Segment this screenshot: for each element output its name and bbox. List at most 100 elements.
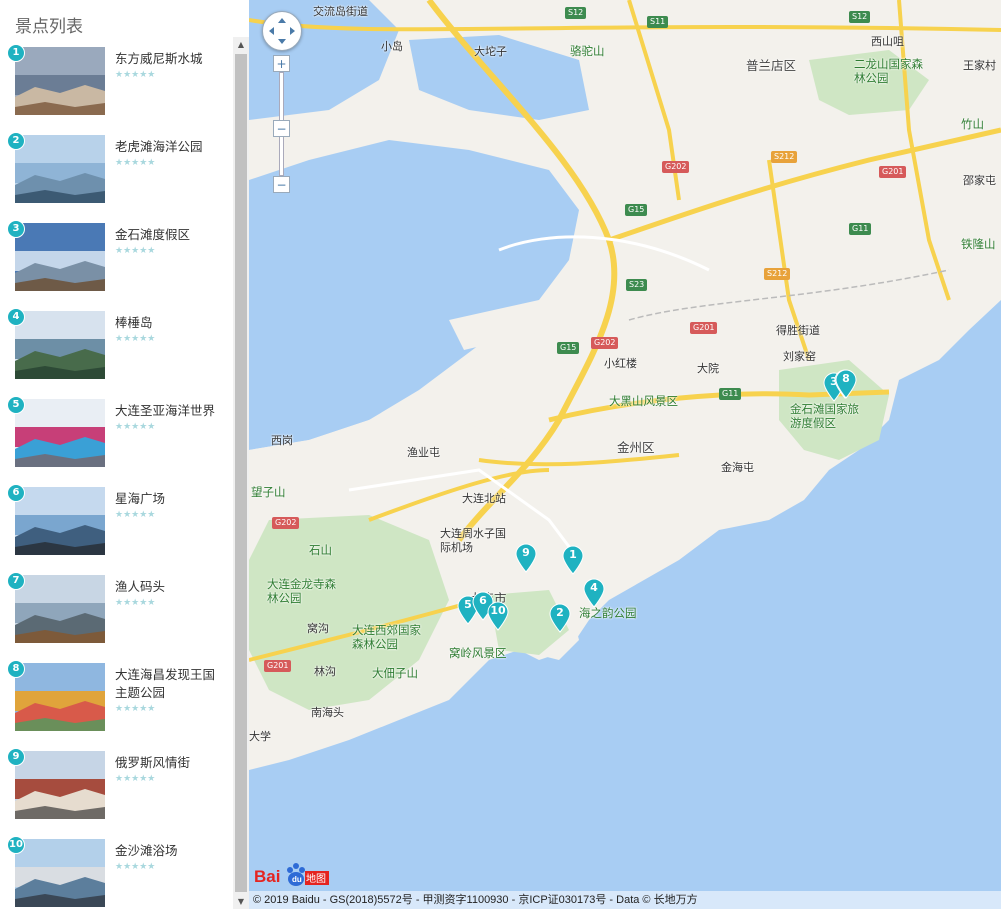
label-lingou: 林沟 [314,666,336,678]
svg-text:地图: 地图 [306,872,326,885]
label-zhoushuizi: 大连周水子国际机场 [440,528,506,554]
road-shield: G11 [849,223,872,235]
rating-stars: ★★★★★ [115,704,156,714]
map-pin-1[interactable]: 1 [562,545,584,575]
attraction-number-badge: 7 [7,572,25,590]
attraction-number-badge: 2 [7,132,25,150]
label-daxue: 大学 [249,731,271,743]
attraction-thumbnail[interactable] [15,751,105,819]
attraction-list-item[interactable]: 3 金石滩度假区 ★★★★★ [0,216,232,304]
label-erlongshan: 二龙山国家森林公园 [854,59,923,85]
road-shield: G201 [879,166,907,178]
map-pin-4[interactable]: 4 [583,578,605,608]
baidu-map-logo[interactable]: Bai du 地图 [254,860,329,888]
scrollbar[interactable]: ▲ ▼ [233,37,249,909]
rating-stars: ★★★★★ [115,774,156,784]
road-shield: G202 [272,517,300,529]
label-nanhaitou: 南海头 [311,707,344,719]
map-pin-10[interactable]: 10 [487,601,509,631]
attraction-list-item[interactable]: 8 大连海昌发现王国主题公园 ★★★★★ [0,656,232,744]
attraction-name[interactable]: 俄罗斯风情街 [115,754,225,772]
scroll-thumb[interactable] [235,54,247,892]
photo-thumbnail-icon [15,223,105,291]
pan-control[interactable] [262,11,302,51]
attraction-thumbnail[interactable] [15,575,105,643]
attraction-thumbnail[interactable] [15,663,105,731]
attraction-list-item[interactable]: 6 星海广场 ★★★★★ [0,480,232,568]
road-shield: S12 [849,11,871,23]
label-dalianbeizhan: 大连北站 [462,493,506,505]
attraction-list-item[interactable]: 7 渔人码头 ★★★★★ [0,568,232,656]
label-zhushan: 竹山 [961,119,984,131]
attraction-thumbnail[interactable] [15,135,105,203]
label-daheishan: 大黑山风景区 [609,396,678,408]
zoom-out-button[interactable]: − [273,176,290,193]
rating-stars: ★★★★★ [115,246,156,256]
road-shield: G11 [719,388,742,400]
road-shield: S212 [764,268,791,280]
label-wangjia: 王家村 [963,60,996,72]
attraction-name[interactable]: 大连圣亚海洋世界 [115,402,225,420]
attraction-list-item[interactable]: 1 东方威尼斯水城 ★★★★★ [0,40,232,128]
label-jiaoliu: 交流岛街道 [313,6,368,18]
label-datianzi: 大佃子山 [372,668,418,680]
photo-thumbnail-icon [15,135,105,203]
attraction-name[interactable]: 金沙滩浴场 [115,842,225,860]
rating-stars: ★★★★★ [115,510,156,520]
zoom-in-button[interactable]: + [273,55,290,72]
photo-thumbnail-icon [15,311,105,379]
road-shield: G15 [625,204,648,216]
label-xiaohonglou: 小红楼 [604,358,637,370]
map-copyright: © 2019 Baidu - GS(2018)5572号 - 甲测资字11009… [249,891,1001,909]
attraction-number-badge: 3 [7,220,25,238]
attraction-number-badge: 10 [7,836,25,854]
photo-thumbnail-icon [15,839,105,907]
rating-stars: ★★★★★ [115,334,156,344]
attraction-name[interactable]: 星海广场 [115,490,225,508]
road-shield: G201 [264,660,292,672]
road-shield: G202 [591,337,619,349]
attraction-thumbnail[interactable] [15,487,105,555]
label-shaohou: 邵家屯 [963,175,996,187]
attraction-number-badge: 9 [7,748,25,766]
road-shield: G201 [690,322,718,334]
attraction-thumbnail[interactable] [15,311,105,379]
label-liujia: 刘家窑 [783,351,816,363]
attraction-number-badge: 1 [7,44,25,62]
road-shield: S212 [771,151,798,163]
attraction-name[interactable]: 老虎滩海洋公园 [115,138,225,156]
road-shield: S23 [626,279,648,291]
label-jinzhou: 金州区 [617,441,655,455]
attraction-name[interactable]: 棒棰岛 [115,314,225,332]
map-pin-number: 10 [490,604,506,617]
attraction-list-item[interactable]: 10 金沙滩浴场 ★★★★★ [0,832,232,920]
photo-thumbnail-icon [15,751,105,819]
pan-arrows-icon [269,18,295,44]
attraction-list-item[interactable]: 9 俄罗斯风情街 ★★★★★ [0,744,232,832]
attraction-list-item[interactable]: 5 大连圣亚海洋世界 ★★★★★ [0,392,232,480]
baidu-paw-icon: Bai du 地图 [254,863,329,886]
map-canvas[interactable]: 交流岛街道 小岛 大坨子 骆驼山 普兰店区 二龙山国家森林公园 西山咀 王家村 … [249,0,1001,909]
label-wolong: 窝岭风景区 [449,648,507,660]
attraction-list-item[interactable]: 4 棒棰岛 ★★★★★ [0,304,232,392]
scroll-up-arrow[interactable]: ▲ [233,37,249,52]
attraction-thumbnail[interactable] [15,399,105,467]
scroll-down-arrow[interactable]: ▼ [233,894,249,909]
attraction-name[interactable]: 东方威尼斯水城 [115,50,225,68]
map-pin-9[interactable]: 9 [515,543,537,573]
road-shield: S11 [647,16,669,28]
attraction-thumbnail[interactable] [15,223,105,291]
attraction-thumbnail[interactable] [15,47,105,115]
label-jinlong: 大连金龙寺森林公园 [267,579,336,605]
photo-thumbnail-icon [15,663,105,731]
label-jinshitan: 金石滩国家旅游度假区 [790,404,859,430]
zoom-slider-handle[interactable]: − [273,120,290,137]
map-pin-2[interactable]: 2 [549,603,571,633]
label-tielong: 铁隆山 [961,239,996,251]
attraction-list-item[interactable]: 2 老虎滩海洋公园 ★★★★★ [0,128,232,216]
attraction-name[interactable]: 大连海昌发现王国主题公园 [115,666,225,702]
attraction-name[interactable]: 渔人码头 [115,578,225,596]
attraction-name[interactable]: 金石滩度假区 [115,226,225,244]
map-pin-8[interactable]: 8 [835,369,857,399]
attraction-thumbnail[interactable] [15,839,105,907]
